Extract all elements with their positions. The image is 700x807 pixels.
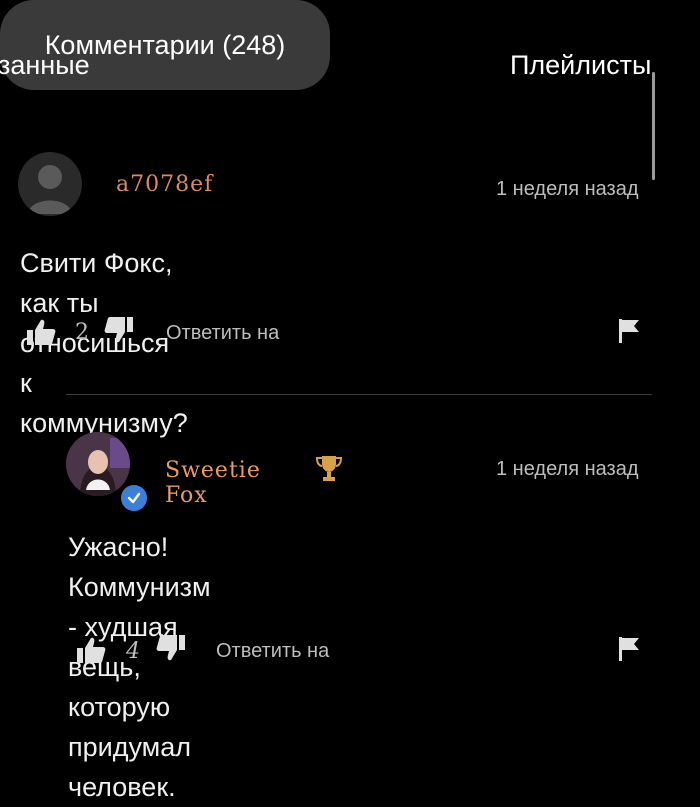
thumbs-down-icon — [104, 317, 133, 343]
user-photo-avatar — [66, 432, 130, 496]
like-button[interactable] — [76, 636, 106, 664]
flag-icon — [619, 319, 639, 343]
tab-bar: занные Комментарии (248) Плейлисты — [0, 0, 700, 180]
comment-username[interactable]: Sweetie Fox — [165, 458, 261, 508]
flag-icon — [619, 637, 639, 661]
tab-saved[interactable]: занные — [0, 50, 90, 81]
dislike-button[interactable] — [156, 634, 186, 662]
report-button[interactable] — [618, 318, 642, 344]
thumbs-down-icon — [156, 635, 185, 661]
trophy-icon — [315, 454, 343, 487]
reply-button[interactable]: Ответить на — [216, 640, 329, 663]
comment-text: Ужасно! Коммунизм - худшая вещь, которую… — [68, 527, 211, 807]
avatar[interactable] — [18, 152, 82, 216]
comment-username[interactable]: a7078ef — [116, 172, 213, 197]
thumbs-up-icon — [27, 319, 56, 345]
comment-timestamp: 1 неделя назад — [496, 458, 639, 480]
avatar[interactable] — [66, 432, 130, 496]
like-count: 2 — [75, 320, 89, 345]
divider — [66, 394, 652, 395]
scrollbar[interactable] — [652, 72, 655, 180]
dislike-button[interactable] — [104, 316, 134, 344]
comment-timestamp: 1 неделя назад — [496, 178, 639, 200]
tab-playlists[interactable]: Плейлисты — [510, 50, 651, 81]
report-button[interactable] — [618, 636, 642, 662]
thumbs-up-icon — [77, 637, 106, 663]
verified-icon — [118, 482, 150, 514]
reply-button[interactable]: Ответить на — [166, 322, 279, 345]
like-count: 4 — [126, 639, 140, 664]
like-button[interactable] — [26, 318, 56, 346]
comment-text-line: которую придумал человек. — [68, 692, 192, 802]
default-avatar-icon — [28, 165, 72, 214]
